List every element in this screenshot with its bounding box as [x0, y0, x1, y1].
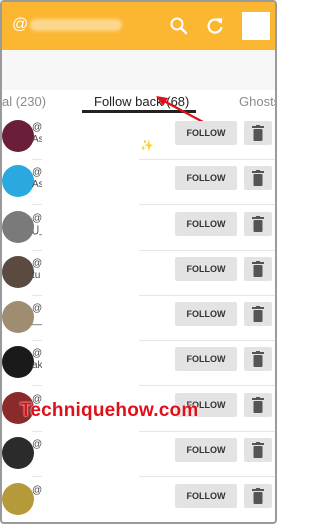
trash-icon	[252, 397, 264, 413]
handle-line-1: @	[32, 303, 43, 314]
follow-button[interactable]: FOLLOW	[175, 438, 237, 462]
trash-icon	[252, 488, 264, 504]
tab-all[interactable]: al (230)	[2, 94, 46, 109]
delete-button[interactable]	[244, 393, 272, 417]
handle-line-1: @	[32, 258, 43, 269]
handle-line-1: @	[32, 167, 43, 178]
delete-button[interactable]	[244, 347, 272, 371]
user-handle: @	[32, 485, 42, 497]
avatar[interactable]	[2, 437, 34, 469]
follow-button[interactable]: FOLLOW	[175, 212, 237, 236]
toolbar-strip	[2, 50, 275, 90]
avatar[interactable]	[2, 256, 34, 288]
app-header: @	[2, 2, 275, 50]
trash-icon	[252, 216, 264, 232]
delete-button[interactable]	[244, 166, 272, 190]
avatar[interactable]	[2, 301, 34, 333]
user-handle: @ tu	[32, 258, 42, 282]
handle-line-2: tu	[32, 270, 41, 281]
tab-ghosts[interactable]: Ghosts	[239, 94, 275, 109]
redaction-mask	[42, 117, 139, 502]
delete-button[interactable]	[244, 484, 272, 508]
avatar[interactable]	[2, 211, 34, 243]
handle-line-1: @	[32, 213, 43, 224]
trash-icon	[252, 261, 264, 277]
avatar[interactable]	[2, 165, 34, 197]
trash-icon	[252, 351, 264, 367]
avatar[interactable]	[2, 120, 34, 152]
trash-icon	[252, 170, 264, 186]
handle-line-1: @	[32, 439, 43, 450]
trash-icon	[252, 125, 264, 141]
follow-button[interactable]: FOLLOW	[175, 121, 237, 145]
avatar[interactable]	[2, 483, 34, 515]
handle-line-2: ak	[32, 360, 43, 371]
account-handle-prefix: @	[12, 16, 29, 33]
tab-bar: al (230) Follow back (68) Ghosts	[2, 90, 275, 114]
blurred-username	[30, 18, 123, 31]
follow-button[interactable]: FOLLOW	[175, 302, 237, 326]
delete-button[interactable]	[244, 121, 272, 145]
delete-button[interactable]	[244, 438, 272, 462]
handle-line-1: @	[32, 485, 43, 496]
sparkle-emoji: ✨	[140, 140, 154, 152]
user-handle: @ ak	[32, 348, 43, 372]
trash-icon	[252, 306, 264, 322]
user-handle: @	[32, 439, 42, 451]
delete-button[interactable]	[244, 302, 272, 326]
avatar[interactable]	[2, 346, 34, 378]
handle-line-1: @	[32, 122, 43, 133]
delete-button[interactable]	[244, 257, 272, 281]
delete-button[interactable]	[244, 212, 272, 236]
handle-line-1: @	[32, 348, 43, 359]
refresh-icon[interactable]	[204, 15, 226, 37]
follow-button[interactable]: FOLLOW	[175, 347, 237, 371]
screenshot-frame: @ al (230) Follow back (68) Ghosts @ As F…	[0, 0, 277, 524]
watermark: Techniquehow.com	[20, 400, 199, 421]
account-title: @	[12, 16, 123, 34]
follow-button[interactable]: FOLLOW	[175, 166, 237, 190]
follow-button[interactable]: FOLLOW	[175, 257, 237, 281]
search-icon[interactable]	[168, 15, 190, 37]
profile-avatar[interactable]	[242, 12, 270, 40]
trash-icon	[252, 442, 264, 458]
follow-button[interactable]: FOLLOW	[175, 484, 237, 508]
